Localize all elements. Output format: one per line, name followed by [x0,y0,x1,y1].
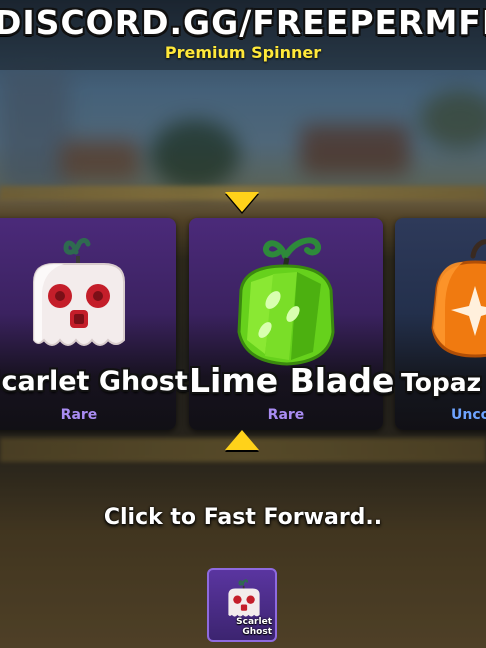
fruit-card-name: Topaz D [401,368,486,397]
spinner-header: DISCORD.GG/FREEPERMFRUITS Premium Spinne… [0,0,486,70]
ghost-fruit-icon [33,237,125,346]
spin-result-slot[interactable]: Scarlet Ghost [207,568,277,642]
orange-fruit-icon [431,239,486,358]
fast-forward-prompt[interactable]: Click to Fast Forward.. [0,505,486,530]
fruit-card-rarity: Rare [60,407,98,423]
fruit-card-rarity: Rare [267,407,305,423]
fruit-card-name: Scarlet Ghost [0,366,188,397]
blade-fruit-icon [237,237,335,366]
spin-result-label: Scarlet Ghost [232,617,272,637]
fruit-card-name: Lime Blade [189,361,395,400]
selector-arrow-up-icon [225,430,259,450]
fruit-card-lime-blade: Lime Blade Rare [189,218,395,430]
fruit-card-rarity: Unco [451,407,486,423]
discord-banner: DISCORD.GG/FREEPERMFRUITS [0,0,486,42]
spinner-title: Premium Spinner [164,43,322,62]
fruit-card-topaz: Topaz D Unco [395,218,486,430]
fruit-card-scarlet-ghost: Scarlet Ghost Rare [0,218,188,430]
discord-banner-text: DISCORD.GG/FREEPERMFRUITS [0,3,486,42]
fruit-carousel: Scarlet Ghost Rare Lime Blade Rare Topaz… [0,210,486,436]
spin-result-label-line2: Ghost [242,627,272,637]
spin-result-label-line1: Scarlet [236,617,272,627]
selector-arrow-down-icon [225,192,259,212]
